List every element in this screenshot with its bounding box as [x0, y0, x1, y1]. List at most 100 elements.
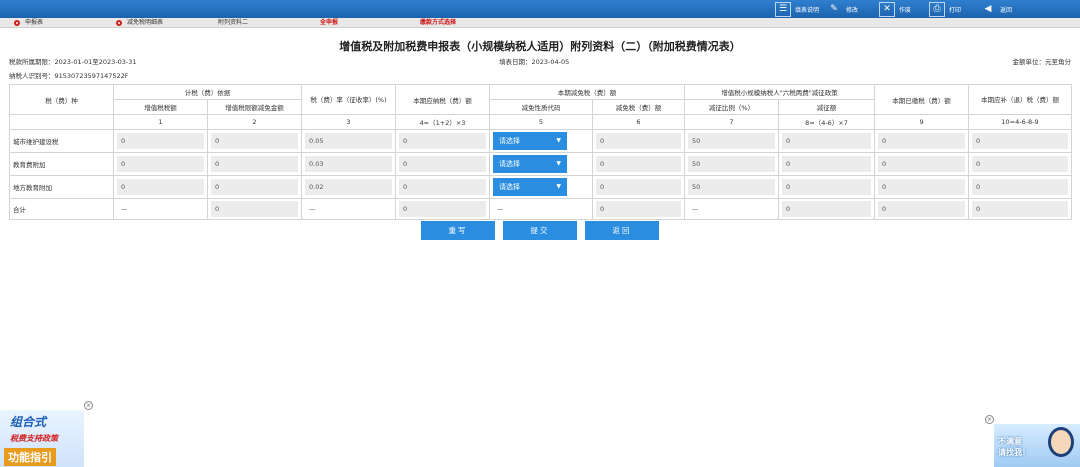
- policy-guide-banner[interactable]: 组合式 税费支持政策 功能指引: [0, 410, 84, 467]
- tab-payment-method[interactable]: 缴款方式选择: [420, 18, 456, 28]
- back-arrow-icon: ◀: [984, 4, 992, 14]
- tab-declaration[interactable]: 申报表: [14, 18, 43, 28]
- vat-field[interactable]: 0: [117, 156, 204, 172]
- instructions-label: 填表说明: [795, 6, 820, 14]
- vat-field[interactable]: 0: [117, 133, 204, 149]
- instructions-button[interactable]: ☰ 填表说明: [775, 1, 819, 17]
- header-vat: 增值税税额: [113, 99, 208, 115]
- relief-code-select[interactable]: 请选择 ▼: [493, 155, 567, 173]
- page-title: 增值税及附加税费申报表（小规模纳税人适用）附列资料（二）（附加税费情况表）: [339, 40, 741, 53]
- amount-unit: 金额单位：元至角分: [1012, 58, 1072, 66]
- policy-amount-field: 0: [782, 156, 872, 172]
- select-label: 请选择: [499, 160, 520, 168]
- feedback-line: 请找我！: [998, 448, 1030, 457]
- tab-relief-detail[interactable]: 减免税明细表: [116, 18, 163, 28]
- chevron-down-icon: ▼: [556, 160, 561, 167]
- relief-amount-field: 0: [596, 156, 681, 172]
- vat-deduct-total: 0: [211, 201, 298, 217]
- tab-full-declaration[interactable]: 全申报: [320, 18, 338, 28]
- total-row: 合计 — 0 — 0 — 0 — 0 0 0: [9, 198, 1073, 220]
- header-policy-ratio: 减征比例（%）: [684, 99, 779, 115]
- tab-dot-icon: [116, 20, 122, 26]
- relief-amount-total: 0: [596, 201, 681, 217]
- surcharge-table: 税（费）种 计税（费）依据 税（费）率（征收率）(%) 本期应纳税（费）额 本期…: [9, 84, 1073, 220]
- action-bar: 重写 提交 返回: [0, 221, 1080, 240]
- header-policy-amount: 减征额: [777, 99, 876, 115]
- refund-field: 0: [972, 179, 1069, 195]
- col-number: 10=4-6-8-9: [968, 114, 1073, 130]
- select-label: 请选择: [499, 137, 520, 145]
- void-button[interactable]: ✕ 作废: [879, 1, 911, 17]
- tab-bar: 申报表 减免税明细表 附列资料二 全申报 缴款方式选择: [0, 18, 1080, 28]
- header-vat-deduct: 增值税限额减免金额: [207, 99, 302, 115]
- header-refund: 本期应补（退）税（费）额: [968, 84, 1073, 115]
- paid-field[interactable]: 0: [878, 179, 966, 195]
- rate-field: 0.03: [305, 156, 392, 172]
- vat-deduct-field[interactable]: 0: [211, 179, 298, 195]
- print-label: 打印: [949, 6, 962, 14]
- row-name: 合计: [9, 198, 114, 220]
- printer-icon: ⎙: [929, 1, 945, 17]
- refund-field: 0: [972, 133, 1069, 149]
- submit-button[interactable]: 提交: [503, 221, 577, 240]
- tax-period: 税款所属期限：2023-01-01至2023-03-31: [9, 58, 137, 66]
- col-number: 2: [207, 114, 302, 130]
- tab-label: 缴款方式选择: [420, 19, 457, 26]
- tab-attachment-2[interactable]: 附列资料二: [218, 18, 248, 28]
- vat-deduct-field[interactable]: 0: [211, 133, 298, 149]
- back-button-top[interactable]: ◀ 返回: [980, 1, 1012, 17]
- policy-ratio-total: —: [692, 205, 699, 213]
- header-basis: 计税（费）依据: [113, 84, 302, 100]
- vat-field[interactable]: 0: [117, 179, 204, 195]
- paid-field[interactable]: 0: [878, 133, 966, 149]
- payable-field: 0: [399, 133, 486, 149]
- chevron-down-icon: ▼: [556, 183, 561, 190]
- back-label: 返回: [1000, 6, 1013, 14]
- feedback-banner[interactable]: 不满意 请找我！: [994, 424, 1080, 467]
- header-rate: 税（费）率（征收率）(%): [301, 84, 396, 115]
- refund-field: 0: [972, 156, 1069, 172]
- pencil-icon: ✎: [830, 4, 838, 14]
- row-name: 地方教育附加: [9, 175, 114, 199]
- header-relief: 本期减免税（费）额: [489, 84, 685, 100]
- close-icon[interactable]: ×: [84, 401, 93, 410]
- col-number-blank: [9, 114, 114, 130]
- tab-dot-icon: [14, 20, 20, 26]
- col-number: 6: [592, 114, 685, 130]
- relief-amount-field: 0: [596, 179, 681, 195]
- header-relief-amount: 减免税（费）额: [592, 99, 685, 115]
- col-number: 9: [874, 114, 970, 130]
- print-button[interactable]: ⎙ 打印: [929, 1, 961, 17]
- paid-field[interactable]: 0: [878, 156, 966, 172]
- header-relief-code: 减免性质代码: [489, 99, 593, 115]
- rate-field: 0.05: [305, 133, 392, 149]
- feedback-line: 不满意: [998, 437, 1022, 446]
- relief-code-select[interactable]: 请选择 ▼: [493, 132, 567, 150]
- policy-amount-total: 0: [782, 201, 872, 217]
- table-row: 地方教育附加 0 0 0.02 0 请选择 ▼ 0 50 0 0 0: [9, 175, 1073, 199]
- row-name: 教育费附加: [9, 152, 114, 176]
- instructions-icon: ☰: [775, 1, 791, 17]
- header-tax-type: 税（费）种: [9, 84, 114, 115]
- rate-field: 0.02: [305, 179, 392, 195]
- paid-total: 0: [878, 201, 966, 217]
- policy-ratio-field: 50: [688, 133, 775, 149]
- policy-ratio-field: 50: [688, 179, 775, 195]
- rate-total: —: [309, 205, 316, 213]
- payable-total: 0: [399, 201, 486, 217]
- relief-code-select[interactable]: 请选择 ▼: [493, 178, 567, 196]
- vat-total: —: [121, 205, 128, 213]
- close-icon[interactable]: ×: [985, 415, 994, 424]
- vat-deduct-field[interactable]: 0: [211, 156, 298, 172]
- col-number: 7: [684, 114, 779, 130]
- banner-line: 税费支持政策: [10, 434, 58, 443]
- policy-amount-field: 0: [782, 133, 872, 149]
- table-row: 城市维护建设税 0 0 0.05 0 请选择 ▼ 0 50 0 0 0: [9, 129, 1073, 153]
- banner-line: 组合式: [10, 415, 47, 429]
- edit-button[interactable]: ✎ 修改: [826, 1, 858, 17]
- payable-field: 0: [399, 156, 486, 172]
- row-name: 城市维护建设税: [9, 129, 114, 153]
- reset-button[interactable]: 重写: [421, 221, 495, 240]
- relief-amount-field: 0: [596, 133, 681, 149]
- back-button[interactable]: 返回: [585, 221, 659, 240]
